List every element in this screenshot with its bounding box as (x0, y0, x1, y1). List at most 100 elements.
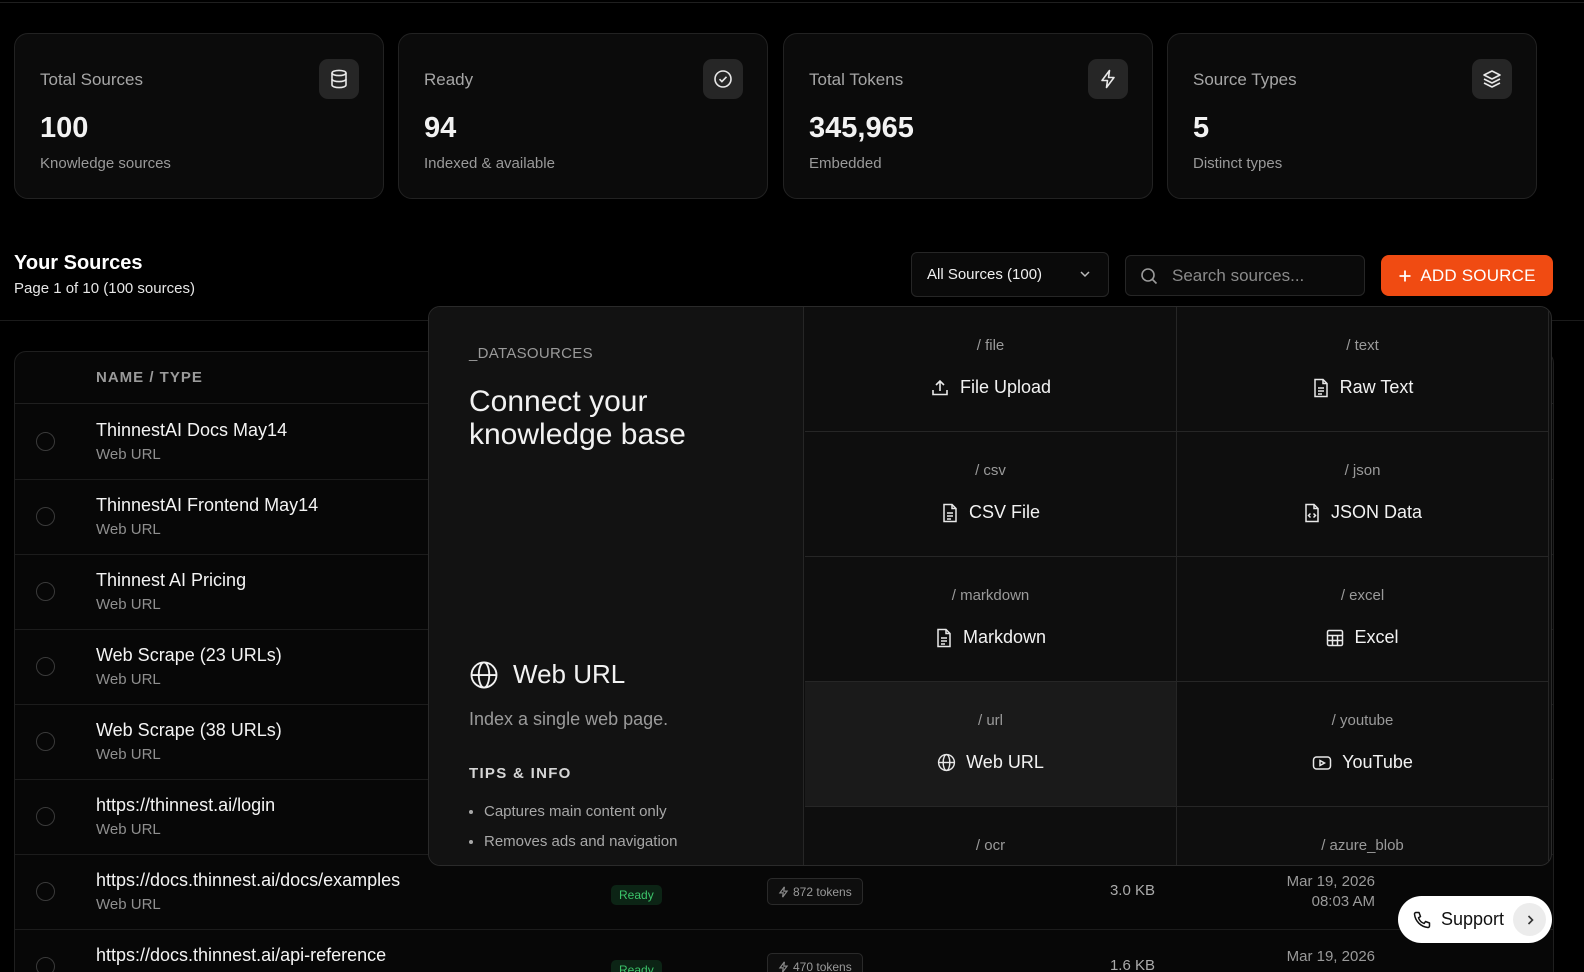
youtube-icon (1312, 755, 1332, 771)
option-label-row: CSV File (805, 502, 1176, 523)
stat-sub: Knowledge sources (40, 155, 171, 172)
source-type: Web URL (96, 896, 161, 913)
row-checkbox[interactable] (36, 432, 55, 451)
source-name: Web Scrape (23 URLs) (96, 645, 282, 665)
option-azure-blob[interactable]: / azure_blob (1177, 807, 1549, 865)
option-slug: / ocr (975, 837, 1006, 854)
add-source-button[interactable]: ADD SOURCE (1381, 255, 1553, 296)
token-count-label: 872 tokens (793, 884, 852, 899)
support-label: Support (1441, 909, 1505, 929)
stat-card-total-tokens: Total Tokens 345,965 Embedded (783, 33, 1153, 199)
option-youtube[interactable]: / youtube YouTube (1177, 682, 1549, 807)
row-checkbox[interactable] (36, 657, 55, 676)
search-icon (1140, 267, 1158, 285)
stat-value: 5 (1193, 112, 1210, 144)
row-checkbox[interactable] (36, 732, 55, 751)
support-button[interactable]: Support (1398, 896, 1552, 943)
option-raw-text[interactable]: / text Raw Text (1177, 307, 1549, 432)
stat-label: Total Tokens (809, 70, 904, 89)
check-circle-icon (703, 59, 743, 99)
source-name: https://thinnest.ai/login (96, 795, 276, 815)
lightning-icon (1088, 59, 1128, 99)
option-web-url[interactable]: / url Web URL (805, 682, 1177, 807)
database-icon (319, 59, 359, 99)
layers-icon (1472, 59, 1512, 99)
option-ocr[interactable]: / ocr (805, 807, 1177, 865)
source-filter-select[interactable]: All Sources (100) (911, 252, 1109, 297)
created-date: Mar 19, 2026 08:03 AM (1235, 872, 1375, 912)
option-slug: / json (1344, 462, 1381, 479)
filter-value: All Sources (100) (927, 266, 1043, 283)
option-label: YouTube (1342, 752, 1413, 772)
row-checkbox[interactable] (36, 507, 55, 526)
option-label: Markdown (962, 627, 1047, 647)
add-source-popover: _DATASOURCES Connect your knowledge base… (428, 306, 1552, 866)
source-name: https://docs.thinnest.ai/api-reference (96, 945, 387, 965)
stat-label: Total Sources (40, 70, 143, 89)
option-slug: / youtube (1331, 712, 1394, 729)
option-slug: / excel (1340, 587, 1385, 604)
source-type: Web URL (96, 446, 161, 463)
selected-type-title: Web URL (469, 659, 625, 690)
source-name: ThinnestAI Frontend May14 (96, 495, 319, 515)
stat-sub: Embedded (809, 155, 882, 172)
row-checkbox[interactable] (36, 957, 55, 972)
chevron-right-icon[interactable] (1513, 903, 1546, 936)
created-date: Mar 19, 2026 (1235, 947, 1375, 967)
option-label-row: Excel (1177, 627, 1548, 648)
phone-icon (1412, 910, 1432, 930)
source-type: Web URL (96, 596, 161, 613)
date-line: Mar 19, 2026 (1286, 948, 1375, 965)
search-input[interactable] (1172, 264, 1357, 288)
option-slug: / markdown (951, 587, 1030, 604)
source-type: Web URL (96, 521, 161, 538)
table-row[interactable]: https://docs.thinnest.ai/api-reference W… (15, 929, 1553, 972)
globe-icon (937, 753, 956, 772)
document-icon (935, 628, 953, 648)
option-label-row: File Upload (805, 377, 1176, 398)
row-checkbox[interactable] (36, 582, 55, 601)
option-markdown[interactable]: / markdown Markdown (805, 557, 1177, 682)
option-label: File Upload (959, 377, 1052, 397)
popover-info-panel: _DATASOURCES Connect your knowledge base… (429, 307, 804, 865)
option-slug: / url (977, 712, 1003, 729)
option-slug: / text (1346, 337, 1379, 354)
option-json-data[interactable]: / json JSON Data (1177, 432, 1549, 557)
stat-value: 345,965 (809, 112, 914, 144)
top-border (0, 0, 1584, 3)
option-slug: / azure_blob (1321, 837, 1404, 854)
row-checkbox[interactable] (36, 807, 55, 826)
globe-icon (469, 660, 499, 690)
upload-icon (930, 378, 950, 398)
option-label-row: Raw Text (1177, 377, 1548, 398)
option-label-row: JSON Data (1177, 502, 1548, 523)
source-name: ThinnestAI Docs May14 (96, 420, 288, 440)
option-csv-file[interactable]: / csv CSV File (805, 432, 1177, 557)
option-label-row: Web URL (805, 752, 1176, 773)
option-label-row: YouTube (1177, 752, 1548, 773)
sources-title: Your Sources (14, 252, 143, 274)
source-type: Web URL (96, 821, 161, 838)
stat-value: 94 (424, 112, 457, 144)
status-badge: Ready (611, 960, 662, 972)
popover-kicker: _DATASOURCES (469, 345, 593, 362)
row-checkbox[interactable] (36, 882, 55, 901)
tips-heading: TIPS & INFO (469, 765, 572, 782)
option-slug: / file (976, 337, 1005, 354)
plus-icon (1398, 269, 1412, 283)
column-name-type: NAME / TYPE (96, 369, 203, 386)
option-label: Excel (1354, 627, 1399, 647)
selected-type-label: Web URL (513, 659, 626, 689)
stat-card-source-types: Source Types 5 Distinct types (1167, 33, 1537, 199)
chevron-down-icon (1078, 267, 1092, 281)
option-file-upload[interactable]: / file File Upload (805, 307, 1177, 432)
option-label: CSV File (968, 502, 1040, 522)
document-icon (1312, 378, 1330, 398)
document-icon (941, 503, 959, 523)
lightning-icon (778, 886, 789, 898)
time-line: 08:03 AM (1311, 893, 1375, 910)
option-label: JSON Data (1330, 502, 1423, 522)
token-count: 470 tokens (767, 953, 863, 972)
option-excel[interactable]: / excel Excel (1177, 557, 1549, 682)
source-name: https://docs.thinnest.ai/docs/examples (96, 870, 401, 890)
